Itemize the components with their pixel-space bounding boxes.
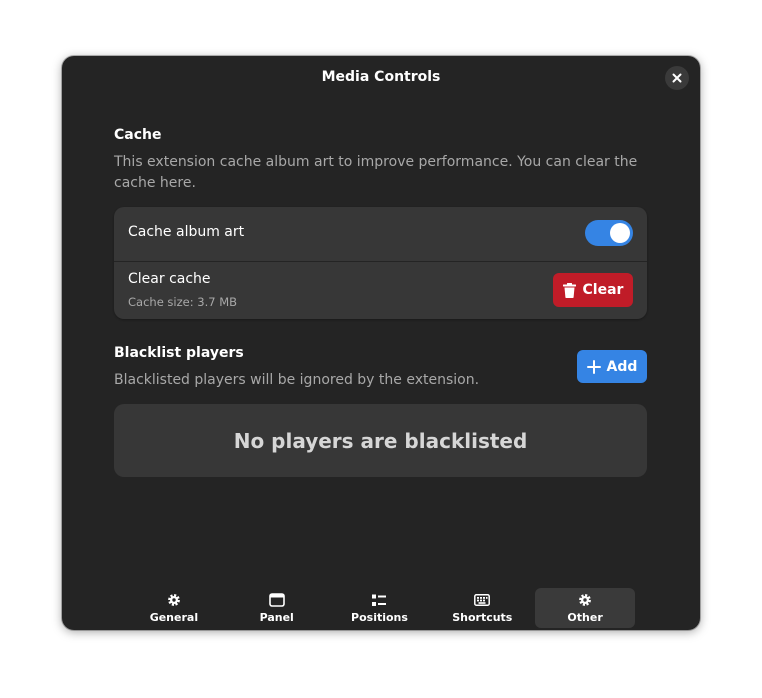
titlebar: Media Controls	[62, 56, 700, 100]
add-player-button[interactable]: Add	[577, 350, 647, 383]
preferences-window: Media Controls Cache This extension cach…	[62, 56, 700, 630]
close-icon	[672, 73, 682, 83]
add-button-label: Add	[606, 358, 638, 375]
tab-label: Panel	[259, 611, 294, 624]
panel-icon	[268, 592, 285, 608]
close-button[interactable]	[665, 66, 689, 90]
keyboard-icon	[474, 592, 491, 608]
plus-icon	[586, 359, 601, 374]
tab-positions[interactable]: Positions	[330, 588, 430, 628]
row-separator	[114, 261, 647, 262]
trash-icon	[562, 282, 576, 298]
cache-group-title: Cache	[114, 127, 162, 143]
view-switcher-bar: General Panel Positions Shortcuts Other	[124, 588, 638, 628]
clear-button-label: Clear	[582, 282, 624, 298]
blacklist-empty-placeholder: No players are blacklisted	[114, 404, 647, 477]
clear-cache-title: Clear cache	[128, 271, 211, 287]
switch-knob	[610, 223, 630, 243]
gear-icon	[577, 592, 593, 608]
cache-group-description: This extension cache album art to improv…	[114, 152, 637, 194]
tab-label: Positions	[351, 611, 408, 624]
cache-description-line2: cache here.	[114, 175, 196, 191]
clear-cache-button[interactable]: Clear	[553, 273, 633, 307]
cache-album-art-switch[interactable]	[585, 220, 633, 246]
tab-other[interactable]: Other	[535, 588, 635, 628]
tab-general[interactable]: General	[124, 588, 224, 628]
tab-label: Other	[567, 611, 603, 624]
cache-list: Cache album art Clear cache Cache size: …	[114, 207, 647, 319]
tab-panel[interactable]: Panel	[227, 588, 327, 628]
window-title: Media Controls	[321, 69, 441, 85]
blacklist-group-description: Blacklisted players will be ignored by t…	[114, 372, 480, 388]
gear-icon	[166, 592, 182, 608]
tab-label: Shortcuts	[452, 611, 513, 624]
cache-description-line1: This extension cache album art to improv…	[114, 154, 638, 170]
positions-icon	[372, 592, 387, 608]
blacklist-group-title: Blacklist players	[114, 345, 244, 361]
cache-size-label: Cache size: 3.7 MB	[128, 295, 238, 309]
tab-shortcuts[interactable]: Shortcuts	[432, 588, 532, 628]
tab-label: General	[149, 611, 199, 624]
cache-album-art-label: Cache album art	[128, 224, 245, 240]
empty-state-text: No players are blacklisted	[233, 428, 528, 453]
